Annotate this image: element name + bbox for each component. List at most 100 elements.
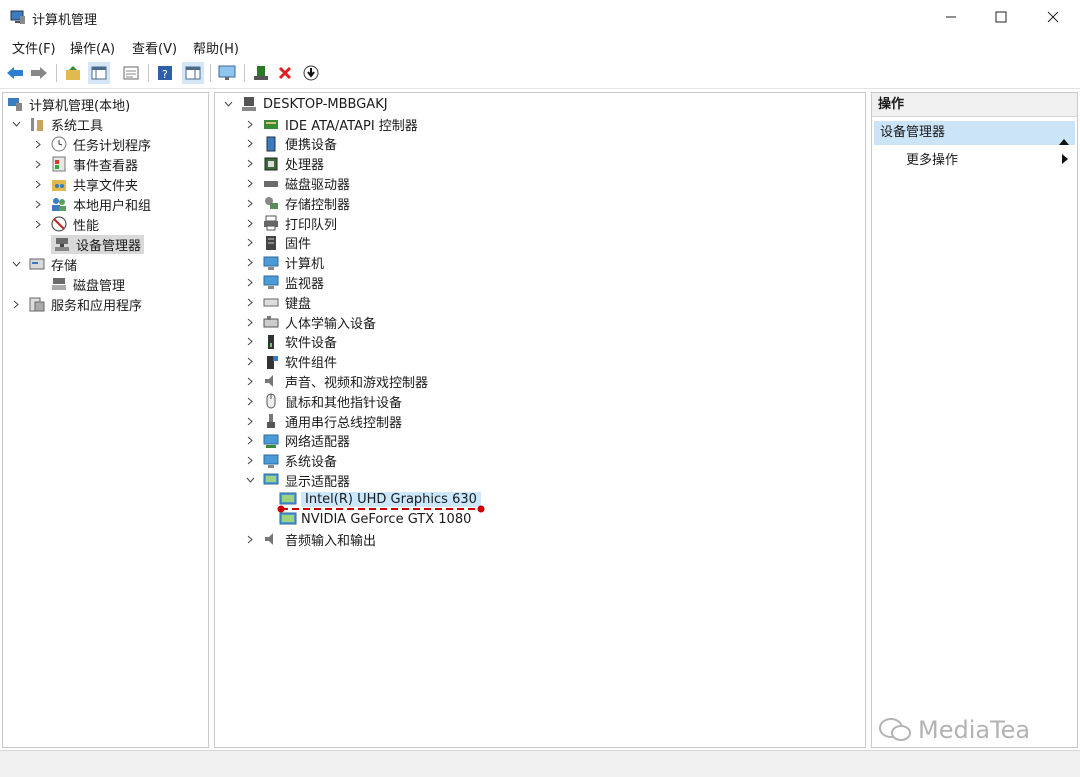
chevron-right-icon[interactable] <box>33 199 43 209</box>
chevron-right-icon[interactable] <box>245 238 255 248</box>
more-actions[interactable]: 更多操作 <box>906 149 958 168</box>
tree-item-device-manager[interactable]: 设备管理器 <box>51 234 145 254</box>
chevron-right-icon[interactable] <box>245 357 255 367</box>
tree-item-system-tools[interactable]: 系统工具 <box>11 114 103 134</box>
device-category-item[interactable]: 监视器 <box>245 272 324 292</box>
chevron-right-icon[interactable] <box>33 139 43 149</box>
toolbar: ? <box>0 58 1080 89</box>
uninstall-icon[interactable] <box>274 62 296 84</box>
watermark-text: MediaTea <box>918 716 1031 744</box>
submenu-arrow-icon[interactable] <box>1062 153 1068 168</box>
device-root[interactable]: DESKTOP-MBBGAKJ <box>223 94 388 114</box>
speaker-icon <box>263 373 279 389</box>
chevron-right-icon[interactable] <box>245 436 255 446</box>
device-category-audio-io[interactable]: 音频输入和输出 <box>245 529 376 549</box>
shared-folder-icon <box>51 176 67 192</box>
device-category-label: 打印队列 <box>285 217 338 233</box>
device-category-label: 磁盘驱动器 <box>285 177 351 193</box>
device-category-item[interactable]: 便携设备 <box>245 134 337 154</box>
chevron-right-icon[interactable] <box>245 416 255 426</box>
toolbar-separator <box>56 64 57 82</box>
forward-arrow-icon[interactable] <box>28 62 50 84</box>
tree-item-storage[interactable]: 存储 <box>11 254 77 274</box>
menu-view[interactable]: 查看(V) <box>132 38 177 57</box>
chevron-right-icon[interactable] <box>33 179 43 189</box>
tree-item-shared-folders[interactable]: 共享文件夹 <box>33 174 138 194</box>
chevron-right-icon[interactable] <box>245 139 255 149</box>
device-category-label: 处理器 <box>285 158 325 174</box>
device-category-item[interactable]: 打印队列 <box>245 213 337 233</box>
device-category-item[interactable]: 磁盘驱动器 <box>245 173 350 193</box>
chevron-down-icon[interactable] <box>11 119 21 129</box>
mouse-icon <box>263 393 279 409</box>
chevron-right-icon[interactable] <box>245 277 255 287</box>
device-category-item[interactable]: 存储控制器 <box>245 193 350 213</box>
software-device-icon <box>263 334 279 350</box>
tree-item-event-viewer[interactable]: 事件查看器 <box>33 154 138 174</box>
chevron-right-icon[interactable] <box>33 219 43 229</box>
device-category-item[interactable]: 通用串行总线控制器 <box>245 411 402 431</box>
tree-item-local-users[interactable]: 本地用户和组 <box>33 194 151 214</box>
download-icon[interactable] <box>300 62 322 84</box>
chevron-right-icon[interactable] <box>245 297 255 307</box>
chevron-right-icon[interactable] <box>245 337 255 347</box>
chevron-down-icon[interactable] <box>223 99 233 109</box>
collapse-up-icon[interactable] <box>1059 130 1069 154</box>
chevron-right-icon[interactable] <box>33 159 43 169</box>
device-category-item[interactable]: 软件设备 <box>245 332 337 352</box>
device-category-item[interactable]: 固件 <box>245 233 311 253</box>
menu-help[interactable]: 帮助(H) <box>193 38 239 57</box>
actions-device-manager[interactable]: 设备管理器 <box>874 121 1075 145</box>
show-action-pane-icon[interactable] <box>182 62 204 84</box>
chevron-right-icon[interactable] <box>245 376 255 386</box>
monitor-icon[interactable] <box>216 62 238 84</box>
chevron-right-icon[interactable] <box>245 317 255 327</box>
chevron-right-icon[interactable] <box>245 119 255 129</box>
chevron-right-icon[interactable] <box>245 198 255 208</box>
chevron-right-icon[interactable] <box>245 456 255 466</box>
device-category-label: IDE ATA/ATAPI 控制器 <box>285 118 418 134</box>
device-category-item[interactable]: 鼠标和其他指针设备 <box>245 391 402 411</box>
tree-item-performance[interactable]: 性能 <box>33 214 99 234</box>
title-bar: 计算机管理 <box>0 0 1080 34</box>
properties-icon[interactable] <box>120 62 142 84</box>
chevron-right-icon[interactable] <box>245 534 255 544</box>
device-category-item[interactable]: 显示适配器 <box>245 470 350 490</box>
device-category-label: 网络适配器 <box>285 435 351 451</box>
device-category-item[interactable]: 人体学输入设备 <box>245 312 376 332</box>
device-category-item[interactable]: 网络适配器 <box>245 431 350 451</box>
chevron-right-icon[interactable] <box>245 218 255 228</box>
chevron-down-icon[interactable] <box>11 259 21 269</box>
tree-item-task-scheduler[interactable]: 任务计划程序 <box>33 134 151 154</box>
chevron-right-icon[interactable] <box>245 258 255 268</box>
device-category-item[interactable]: 声音、视频和游戏控制器 <box>245 371 428 391</box>
storage-icon <box>29 256 45 272</box>
show-console-tree-icon[interactable] <box>88 62 110 84</box>
device-category-item[interactable]: 计算机 <box>245 253 324 273</box>
device-category-item[interactable]: 系统设备 <box>245 451 337 471</box>
chevron-right-icon[interactable] <box>245 178 255 188</box>
tree-item-disk-management[interactable]: 磁盘管理 <box>51 274 125 294</box>
update-driver-icon[interactable] <box>250 62 272 84</box>
device-category-item[interactable]: IDE ATA/ATAPI 控制器 <box>245 114 418 134</box>
minimize-button[interactable] <box>926 0 976 34</box>
device-category-item[interactable]: 处理器 <box>245 154 324 174</box>
up-folder-icon[interactable] <box>62 62 84 84</box>
tree-item-computer-management[interactable]: 计算机管理(本地) <box>7 94 130 114</box>
menu-action[interactable]: 操作(A) <box>70 38 115 57</box>
chevron-right-icon[interactable] <box>11 299 21 309</box>
svg-text:?: ? <box>162 68 168 81</box>
menu-file[interactable]: 文件(F) <box>12 38 56 57</box>
device-category-label: 固件 <box>285 237 312 253</box>
chevron-right-icon[interactable] <box>245 159 255 169</box>
chevron-down-icon[interactable] <box>245 475 255 485</box>
chevron-right-icon[interactable] <box>245 396 255 406</box>
ide-controller-icon <box>263 116 279 132</box>
close-button[interactable] <box>1028 0 1078 34</box>
tree-item-services-apps[interactable]: 服务和应用程序 <box>11 294 142 314</box>
maximize-button[interactable] <box>976 0 1026 34</box>
device-category-item[interactable]: 软件组件 <box>245 352 337 372</box>
back-arrow-icon[interactable] <box>4 62 26 84</box>
help-icon[interactable]: ? <box>154 62 176 84</box>
device-category-item[interactable]: 键盘 <box>245 292 311 312</box>
